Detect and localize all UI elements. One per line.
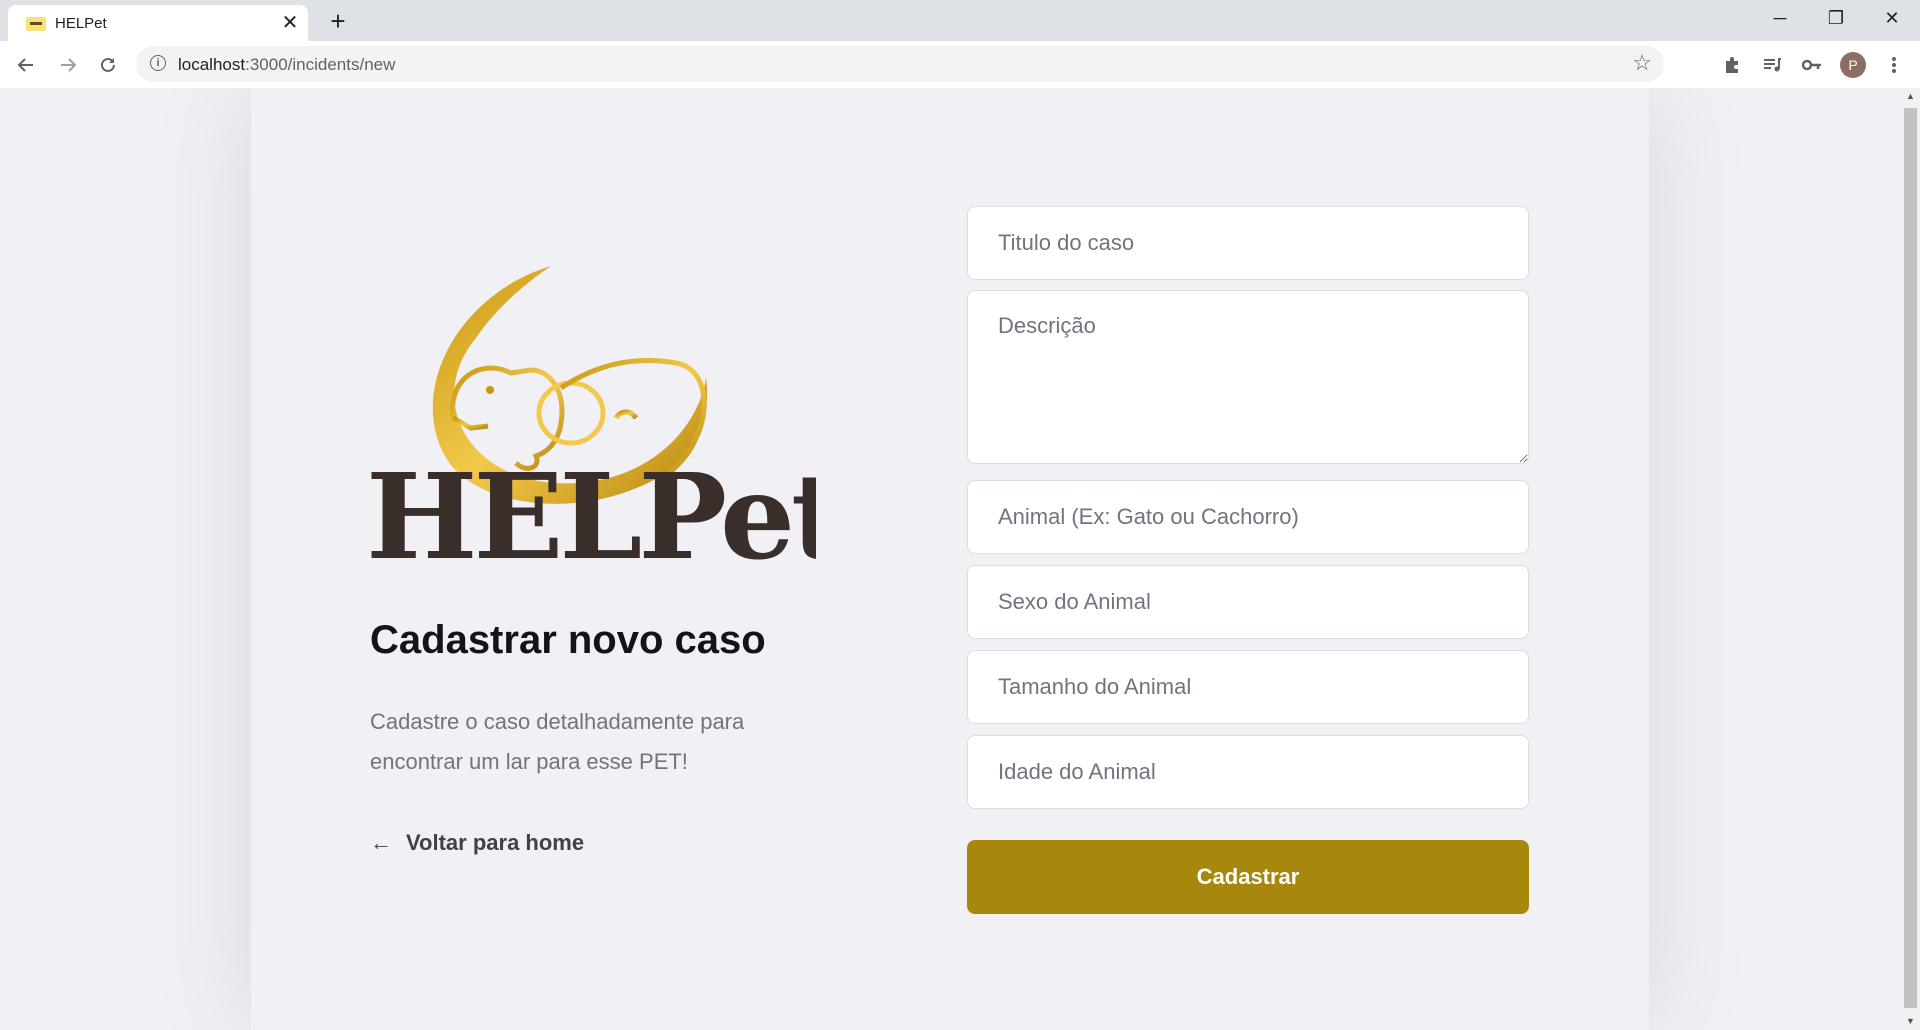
page-viewport: HELPet Cadastrar novo caso Cadastre o ca… bbox=[0, 88, 1901, 1030]
new-tab-button[interactable]: + bbox=[324, 7, 352, 35]
info-icon[interactable]: i bbox=[150, 55, 166, 71]
scrollbar[interactable]: ▲ ▼ bbox=[1901, 88, 1920, 1030]
url-path: :3000/incidents/new bbox=[245, 55, 396, 74]
back-home-link[interactable]: ← Voltar para home bbox=[370, 830, 584, 856]
media-icon[interactable] bbox=[1758, 51, 1786, 79]
animal-input[interactable] bbox=[967, 480, 1529, 554]
arrow-left-icon: ← bbox=[370, 830, 392, 855]
url-text: localhost:3000/incidents/new bbox=[178, 55, 395, 75]
back-arrow-icon[interactable] bbox=[10, 49, 42, 81]
tab-title: HELPet bbox=[55, 15, 107, 32]
description-textarea[interactable] bbox=[967, 290, 1529, 464]
browser-toolbar: i localhost:3000/incidents/new ☆ P bbox=[0, 41, 1920, 89]
menu-icon[interactable] bbox=[1880, 51, 1908, 79]
minimize-button[interactable]: ─ bbox=[1752, 0, 1808, 36]
logo-text: HELPet bbox=[366, 447, 816, 586]
back-home-label: Voltar para home bbox=[406, 830, 585, 855]
profile-avatar[interactable]: P bbox=[1840, 52, 1866, 78]
close-window-button[interactable]: ✕ bbox=[1864, 0, 1920, 36]
scroll-up-icon[interactable]: ▲ bbox=[1901, 88, 1920, 105]
favicon-icon bbox=[26, 17, 46, 31]
extensions-icon[interactable] bbox=[1718, 51, 1746, 79]
animal-size-input[interactable] bbox=[967, 650, 1529, 724]
new-incident-container: HELPet Cadastrar novo caso Cadastre o ca… bbox=[251, 88, 1649, 1030]
animal-sex-input[interactable] bbox=[967, 565, 1529, 639]
tab-strip: HELPet ✕ + ─ ❐ ✕ bbox=[0, 0, 1920, 41]
title-input[interactable] bbox=[967, 206, 1529, 280]
submit-button[interactable]: Cadastrar bbox=[967, 840, 1529, 914]
address-bar[interactable]: i localhost:3000/incidents/new ☆ bbox=[136, 46, 1664, 82]
reload-icon[interactable] bbox=[92, 49, 124, 81]
star-icon[interactable]: ☆ bbox=[1632, 50, 1652, 76]
url-host: localhost bbox=[178, 55, 246, 74]
key-icon[interactable] bbox=[1798, 51, 1826, 79]
browser-tab[interactable]: HELPet ✕ bbox=[8, 5, 308, 41]
page-description: Cadastre o caso detalhadamente para enco… bbox=[370, 709, 745, 774]
helpet-logo: HELPet bbox=[366, 266, 816, 586]
scroll-down-icon[interactable]: ▼ bbox=[1901, 1013, 1920, 1030]
maximize-button[interactable]: ❐ bbox=[1808, 0, 1864, 36]
animal-age-input[interactable] bbox=[967, 735, 1529, 809]
forward-arrow-icon[interactable] bbox=[52, 49, 84, 81]
page-title: Cadastrar novo caso bbox=[370, 618, 766, 662]
scroll-thumb[interactable] bbox=[1904, 108, 1917, 1008]
tab-close-icon[interactable]: ✕ bbox=[278, 11, 302, 35]
